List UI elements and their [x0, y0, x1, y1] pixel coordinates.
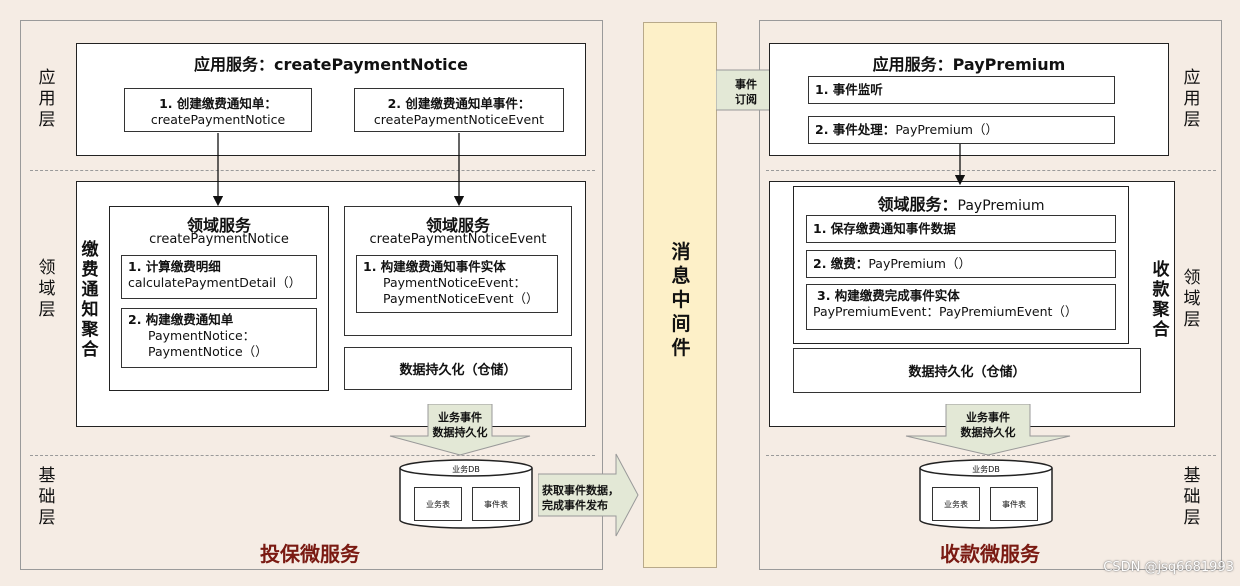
left-domain1-item2: 2. 构建缴费通知单 PaymentNotice： PaymentNotice（…: [121, 308, 317, 368]
right-down-arrow-label: 业务事件 数据持久化: [950, 410, 1026, 440]
left-db-table-event: 事件表: [472, 487, 520, 521]
event-subscribe-label: 事件 订阅: [722, 77, 770, 107]
left-connector-arrows: [212, 133, 465, 207]
left-aggregate-label: 缴费通知聚合: [81, 240, 99, 360]
left-layer-infra-label: 基础层: [38, 466, 56, 528]
right-app-service-title: 应用服务：PayPremium: [872, 55, 1066, 74]
csdn-watermark: CSDN @jsq6681993: [1103, 560, 1234, 575]
right-divider-app-domain: [766, 170, 1216, 171]
left-db-title: 业务DB: [452, 465, 480, 474]
right-domain-item2-bold: 2. 缴费：: [813, 256, 869, 271]
right-service-name: 收款微服务: [940, 542, 1040, 566]
right-down-arrow-line2: 数据持久化: [960, 426, 1016, 439]
right-domain-item2-rest: PayPremium（）: [868, 256, 971, 271]
right-domain-service-title: 领域服务：PayPremium: [793, 191, 1129, 215]
right-db-table-business: 业务表: [932, 487, 980, 521]
left-domain-service1-sub: createPaymentNotice: [149, 232, 289, 247]
left-service-name: 投保微服务: [260, 542, 360, 566]
right-app-step2-rest: PayPremium（）: [895, 122, 998, 137]
right-domain-item2: 2. 缴费：PayPremium（）: [806, 250, 1116, 278]
right-db-title: 业务DB: [972, 465, 1000, 474]
left-domain1-item2-line3: PaymentNotice（）: [148, 344, 268, 359]
left-publish-arrow-line1: 获取事件数据，: [542, 484, 619, 497]
left-db-table-business: 业务表: [414, 487, 462, 521]
right-domain-item3-line2: PayPremiumEvent：PayPremiumEvent（）: [813, 304, 1078, 319]
right-layer-domain-label: 领域层: [1183, 268, 1201, 330]
left-domain2-item1-line2: PaymentNoticeEvent：: [383, 275, 526, 290]
left-down-arrow-line2: 数据持久化: [432, 426, 488, 439]
left-down-arrow-label: 业务事件 数据持久化: [428, 410, 492, 440]
right-domain-title-rest: PayPremium: [957, 198, 1045, 214]
right-domain-item1: 1. 保存缴费通知事件数据: [806, 215, 1116, 243]
event-subscribe-line1: 事件: [735, 78, 757, 91]
left-domain1-item2-line2: PaymentNotice：: [148, 328, 256, 343]
right-db-table-event: 事件表: [990, 487, 1038, 521]
left-domain1-item1: 1. 计算缴费明细 calculatePaymentDetail（）: [121, 255, 317, 299]
right-layer-app-label: 应用层: [1183, 68, 1201, 130]
right-app-step1: 1. 事件监听: [808, 76, 1115, 104]
left-domain2-item1-line3: PaymentNoticeEvent（）: [383, 291, 539, 306]
left-domain1-item1-line2: calculatePaymentDetail（）: [128, 275, 302, 290]
left-domain2-item1: 1. 构建缴费通知事件实体 PaymentNoticeEvent： Paymen…: [356, 255, 558, 313]
left-domain-service2-sub: createPaymentNoticeEvent: [369, 232, 547, 247]
left-publish-arrow-label: 获取事件数据， 完成事件发布: [542, 483, 628, 513]
right-persistence-box: 数据持久化（仓储）: [793, 348, 1141, 393]
right-layer-infra-label: 基础层: [1183, 466, 1201, 528]
left-layer-domain-label: 领域层: [38, 258, 56, 320]
message-middleware-label: 消息中间件: [671, 241, 691, 359]
right-domain-title-bold: 领域服务：: [877, 195, 958, 214]
left-domain1-item1-line1: 1. 计算缴费明细: [128, 259, 221, 274]
right-app-step2-bold: 2. 事件处理：: [815, 122, 896, 137]
right-domain-item3: 3. 构建缴费完成事件实体 PayPremiumEvent：PayPremium…: [806, 284, 1116, 330]
right-connector-arrow: [954, 144, 966, 186]
right-aggregate-label: 收款聚合: [1152, 260, 1170, 340]
left-domain2-item1-line1: 1. 构建缴费通知事件实体: [363, 259, 506, 274]
left-publish-arrow-line2: 完成事件发布: [542, 499, 608, 512]
right-domain-item3-line1: 3. 构建缴费完成事件实体: [817, 288, 960, 303]
left-persistence-box: 数据持久化（仓储）: [344, 347, 572, 390]
left-down-arrow-line1: 业务事件: [438, 411, 482, 424]
event-subscribe-line2: 订阅: [735, 93, 757, 106]
left-domain1-item2-line1: 2. 构建缴费通知单: [128, 312, 234, 327]
right-down-arrow-line1: 业务事件: [966, 411, 1010, 424]
